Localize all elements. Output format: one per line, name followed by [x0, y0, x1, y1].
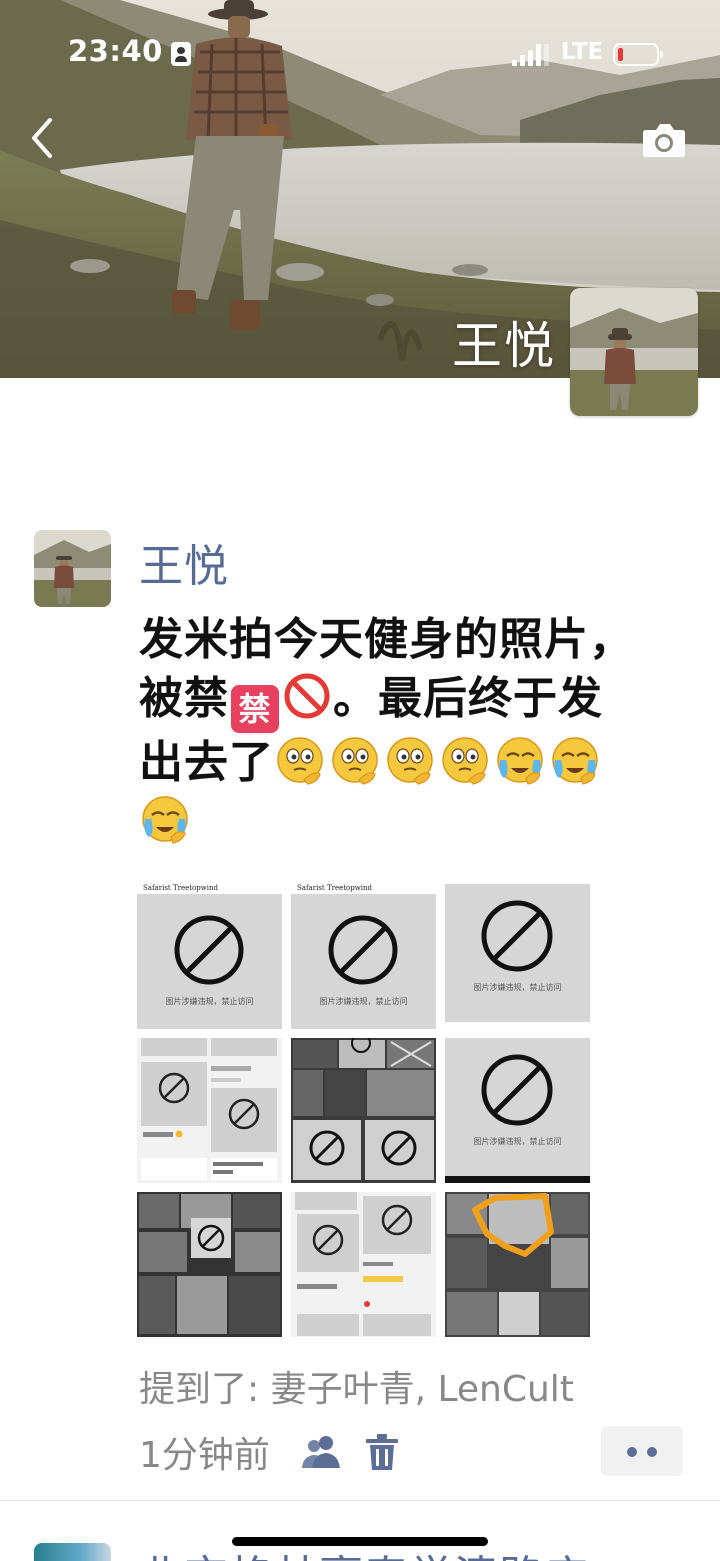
prohibited-emoji-icon: 禁	[231, 685, 279, 733]
post-text-segment: 被禁	[139, 673, 229, 724]
thinking-face-emoji-icon	[439, 734, 491, 786]
tagged-users-icon[interactable]	[300, 1432, 344, 1472]
post-image-thumbnail[interactable]: Safarist Treetopwind 图片涉嫌违规，禁止访问	[137, 884, 282, 1029]
post-image-thumbnail[interactable]: 图片涉嫌违规，禁止访问	[445, 1038, 590, 1183]
no-entry-emoji-icon	[283, 672, 331, 720]
crying-face-emoji-icon	[549, 734, 601, 786]
home-indicator[interactable]	[232, 1537, 488, 1546]
post-image-thumbnail[interactable]	[291, 1192, 436, 1337]
crying-face-emoji-icon	[494, 734, 546, 786]
more-actions-button[interactable]	[601, 1426, 683, 1476]
screenshot-collage-image	[141, 1038, 277, 1180]
battery-icon	[613, 43, 663, 66]
post-text-line-4	[139, 792, 679, 851]
thinking-face-emoji-icon	[274, 734, 326, 786]
post-text-segment: 出去了	[139, 737, 274, 788]
blocked-image-caption: 图片涉嫌违规，禁止访问	[473, 1137, 562, 1146]
post-text-segment: 。最后终于发	[333, 673, 603, 724]
avatar-image	[34, 530, 111, 607]
post-timestamp: 1分钟前	[139, 1435, 270, 1476]
profile-avatar[interactable]	[570, 288, 698, 416]
camera-icon	[643, 124, 685, 157]
id-badge-icon	[171, 42, 191, 66]
post-author-avatar[interactable]	[34, 530, 111, 607]
cover-username: 王悦	[452, 317, 556, 375]
post-image-thumbnail[interactable]	[291, 1038, 436, 1183]
network-type: LTE	[561, 39, 604, 65]
post-image-grid: Safarist Treetopwind 图片涉嫌违规，禁止访问 Safaris…	[137, 884, 590, 1337]
post-image-thumbnail[interactable]: 图片涉嫌违规，禁止访问	[445, 884, 590, 1029]
post-divider	[0, 1500, 720, 1501]
photo-collage-image	[291, 1038, 436, 1183]
trash-icon	[366, 1434, 398, 1470]
blocked-image-placeholder	[445, 1038, 590, 1183]
blocked-image-caption: 图片涉嫌违规，禁止访问	[473, 983, 562, 992]
post-text-line-3: 出去了	[139, 733, 679, 792]
signal-strength-icon	[512, 44, 550, 66]
crying-face-emoji-icon	[139, 793, 191, 845]
status-bar: 23:40 LTE	[0, 30, 720, 80]
image-header-text: Safarist Treetopwind	[143, 884, 218, 892]
blocked-image-placeholder	[445, 884, 590, 1029]
avatar-image	[570, 288, 698, 416]
post-text-line-1: 发米拍今天健身的照片，	[139, 614, 634, 665]
image-header-text: Safarist Treetopwind	[297, 884, 372, 892]
post-image-thumbnail[interactable]	[137, 1038, 282, 1183]
back-button[interactable]	[26, 114, 62, 162]
more-dot-icon	[647, 1447, 657, 1457]
thinking-face-emoji-icon	[384, 734, 436, 786]
screenshot-collage-image	[295, 1192, 431, 1336]
photo-collage-image	[445, 1192, 590, 1337]
post-author-name[interactable]: 王悦	[139, 530, 229, 594]
blocked-image-caption: 图片涉嫌违规，禁止访问	[165, 997, 254, 1006]
blocked-image-placeholder	[137, 894, 282, 1029]
thinking-face-emoji-icon	[329, 734, 381, 786]
camera-button[interactable]	[640, 120, 688, 160]
blocked-image-placeholder	[291, 894, 436, 1029]
delete-post-button[interactable]	[364, 1432, 400, 1472]
prohibited-emoji-glyph: 禁	[238, 690, 272, 728]
more-dot-icon	[627, 1447, 637, 1457]
photo-collage-image	[137, 1192, 282, 1337]
post-image-thumbnail[interactable]	[445, 1192, 590, 1337]
post-image-thumbnail[interactable]	[137, 1192, 282, 1337]
status-time: 23:40	[68, 34, 163, 68]
chevron-left-icon	[32, 118, 52, 158]
post-text-line-2: 被禁禁 。最后终于发	[139, 669, 679, 733]
next-post-avatar[interactable]	[34, 1543, 111, 1561]
post-text: 发米拍今天健身的照片， 被禁禁 。最后终于发 出去了	[139, 610, 679, 851]
mentioned-users[interactable]: 提到了: 妻子叶青, LenCult	[139, 1360, 574, 1412]
battery-level	[618, 48, 623, 61]
post-image-thumbnail[interactable]: Safarist Treetopwind 图片涉嫌违规，禁止访问	[291, 884, 436, 1029]
blocked-image-caption: 图片涉嫌违规，禁止访问	[319, 997, 408, 1006]
